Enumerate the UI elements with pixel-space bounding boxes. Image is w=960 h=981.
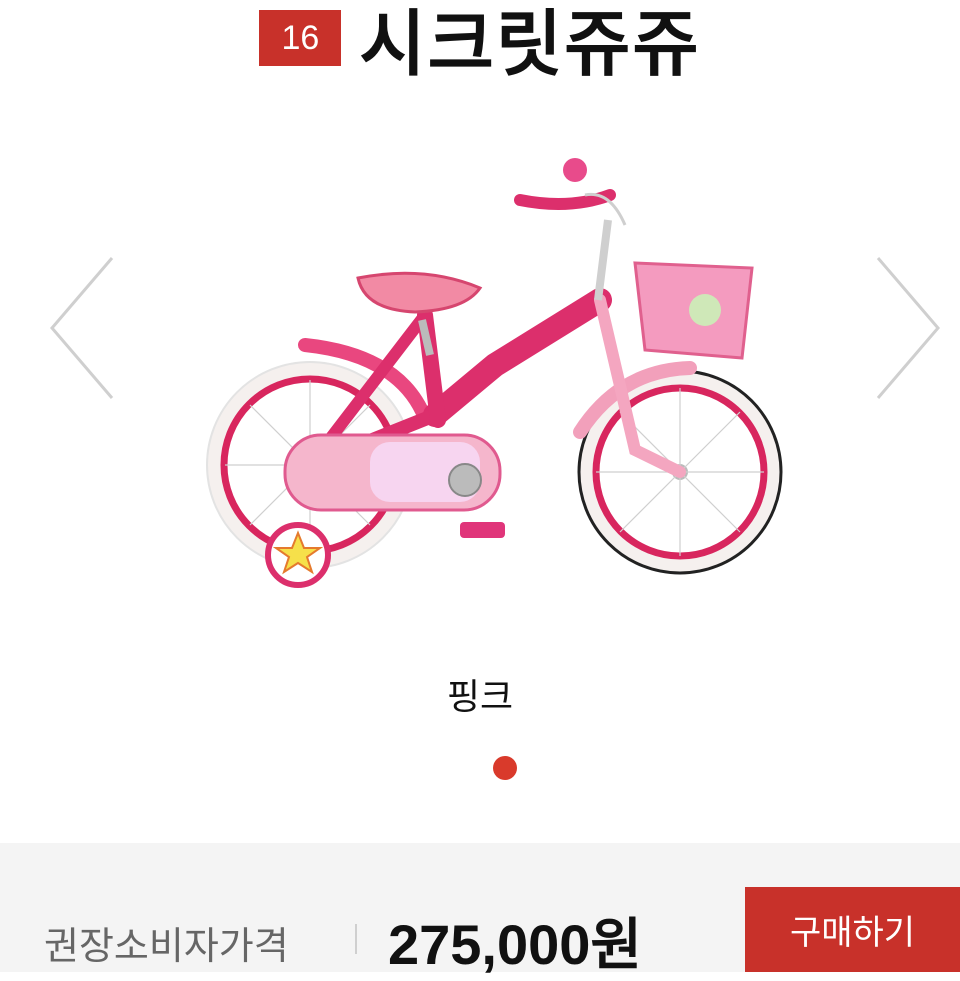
color-name: 핑크 <box>446 677 514 718</box>
price-value: 275,000원 <box>388 913 642 976</box>
product-title: 시크릿쥬쥬 <box>359 1 701 86</box>
buy-button[interactable]: 구매하기 <box>745 887 960 972</box>
product-image-bicycle <box>206 158 783 588</box>
product-header: 16 시크릿쥬쥬 <box>0 0 960 90</box>
chevron-right-icon <box>876 257 940 399</box>
carousel-prev-button[interactable] <box>40 250 120 410</box>
color-selector <box>0 756 960 780</box>
chevron-left-icon <box>50 257 114 399</box>
price-label: 권장소비자가격 <box>44 924 289 968</box>
color-swatch-pink[interactable] <box>493 756 517 780</box>
divider <box>355 924 357 954</box>
training-wheel <box>265 522 331 588</box>
front-basket <box>633 261 754 360</box>
size-badge: 16 <box>259 10 342 66</box>
carousel-next-button[interactable] <box>870 250 950 410</box>
